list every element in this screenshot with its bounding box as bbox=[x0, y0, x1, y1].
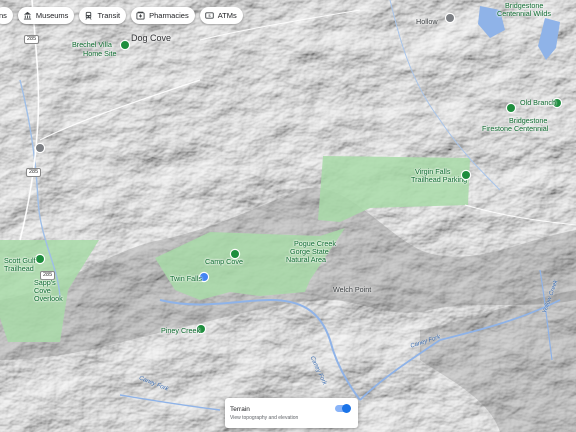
place-pin-icon[interactable] bbox=[36, 144, 44, 152]
terrain-layer-title: Terrain bbox=[230, 406, 250, 413]
place-label-pogue-creek-3[interactable]: Natural Area bbox=[286, 256, 326, 264]
trailhead-pin-icon[interactable] bbox=[36, 255, 44, 263]
place-label-sapps-3[interactable]: Overlook bbox=[34, 295, 63, 303]
place-label-virgin-falls-2[interactable]: Trailhead Parking bbox=[411, 176, 467, 184]
filter-chip-label: ATMs bbox=[217, 11, 237, 20]
trailhead-pin-icon[interactable] bbox=[462, 171, 470, 179]
filter-chip-pharmacies[interactable]: Pharmacies bbox=[131, 7, 195, 24]
place-label-scott-gulf-2[interactable]: Trailhead bbox=[4, 265, 34, 273]
museum-icon bbox=[23, 11, 32, 20]
filter-chip-label: Museums bbox=[35, 11, 69, 20]
park-pin-icon[interactable] bbox=[121, 41, 129, 49]
terrain-layer-card[interactable]: Terrain View topography and elevation bbox=[225, 398, 358, 428]
map-canvas bbox=[0, 0, 576, 432]
filter-chip-museums[interactable]: Museums bbox=[17, 7, 75, 24]
transit-icon bbox=[84, 11, 93, 20]
filter-chip-transit[interactable]: Transit bbox=[79, 7, 127, 24]
filter-chip-atms[interactable]: $ ATMs bbox=[199, 7, 243, 24]
filter-chip-label: Pharmacies bbox=[149, 11, 189, 20]
place-label-welch-point: Welch Point bbox=[333, 285, 372, 294]
place-label-home-site[interactable]: Home Site bbox=[83, 50, 117, 58]
toggle-knob bbox=[342, 404, 351, 413]
filter-chip-label: ns bbox=[0, 11, 7, 20]
place-label-hollow: Hollow bbox=[416, 17, 438, 26]
route-shield: 285 bbox=[24, 35, 40, 44]
terrain-toggle[interactable] bbox=[335, 404, 351, 413]
filter-chip-label: Transit bbox=[97, 11, 121, 20]
place-label-twin-falls[interactable]: Twin Falls bbox=[170, 275, 202, 283]
svg-text:$: $ bbox=[208, 13, 211, 18]
atm-icon: $ bbox=[204, 11, 214, 20]
place-label-camp-cove[interactable]: Camp Cove bbox=[205, 258, 243, 266]
place-label-dog-cove[interactable]: Dog Cove bbox=[131, 34, 171, 43]
terrain-map[interactable]: ns Museums Transit Pharmacies $ ATMs 285… bbox=[0, 0, 576, 432]
place-label-piney[interactable]: Piney Creek bbox=[161, 327, 200, 335]
park-pin-icon[interactable] bbox=[507, 104, 515, 112]
place-label-bridgestone-firestone-2[interactable]: Firestone Centennial bbox=[482, 125, 548, 133]
terrain-layer-subtitle: View topography and elevation bbox=[230, 415, 299, 421]
place-label-brechel-villa[interactable]: Brechel Villa bbox=[72, 41, 112, 49]
place-filter-bar: ns Museums Transit Pharmacies $ ATMs bbox=[0, 7, 243, 24]
filter-chip-restaurants[interactable]: ns bbox=[0, 7, 13, 24]
route-shield: 285 bbox=[26, 168, 42, 177]
pharmacy-icon bbox=[136, 11, 145, 20]
place-label-bridgestone-wilds-2[interactable]: Centennial Wilds bbox=[497, 10, 551, 18]
place-label-old-branch[interactable]: Old Branch bbox=[520, 99, 556, 107]
place-pin-icon[interactable] bbox=[446, 14, 454, 22]
